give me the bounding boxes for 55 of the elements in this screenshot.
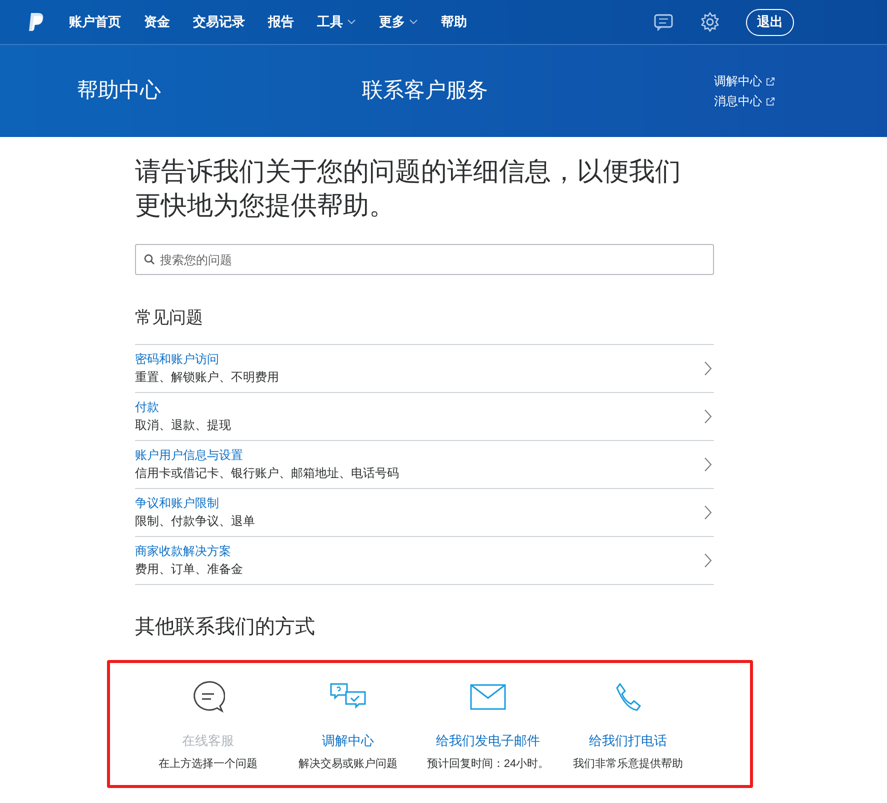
chevron-right-icon	[704, 360, 712, 376]
external-link-icon	[766, 96, 775, 106]
page-heading: 请告诉我们关于您的问题的详细信息，以便我们更快地为您提供帮助。	[135, 155, 682, 222]
chevron-down-icon	[409, 19, 418, 25]
contact-option-link[interactable]: 调解中心	[322, 730, 374, 750]
nav-link[interactable]: 交易记录	[193, 12, 245, 32]
contact-option-note: 在上方选择一个问题	[158, 756, 258, 772]
nav-link[interactable]: 工具	[317, 12, 356, 32]
nav-link[interactable]: 更多	[379, 12, 418, 32]
faq-subtitle: 取消、退款、提现	[135, 417, 232, 434]
faq-title: 付款	[135, 399, 160, 416]
faq-item[interactable]: 账户用户信息与设置 信用卡或借记卡、银行账户、邮箱地址、电话号码	[135, 440, 714, 488]
faq-item[interactable]: 密码和账户访问 重置、解锁账户、不明费用	[135, 344, 714, 392]
speech-bubble-icon	[191, 680, 225, 714]
contact-option-link[interactable]: 给我们打电话	[589, 730, 667, 750]
contact-option-note: 预计回复时间：24小时。	[426, 757, 550, 772]
envelope-icon	[470, 684, 506, 710]
banner-link[interactable]: 调解中心	[714, 72, 775, 90]
message-icon[interactable]	[654, 14, 674, 30]
chevron-down-icon	[347, 19, 356, 25]
nav-link[interactable]: 资金	[144, 12, 170, 32]
logo-icon[interactable]	[28, 12, 46, 32]
faq-title: 密码和账户访问	[135, 351, 220, 368]
external-link-icon	[766, 76, 775, 86]
search-field[interactable]: 搜索您的问题	[135, 244, 714, 275]
search-icon	[144, 254, 155, 265]
settings-icon[interactable]	[700, 12, 720, 32]
faq-subtitle: 信用卡或借记卡、银行账户、邮箱地址、电话号码	[135, 465, 400, 482]
contact-heading: 其他联系我们的方式	[135, 614, 316, 640]
faq-subtitle: 限制、付款争议、退单	[135, 513, 256, 530]
nav-link[interactable]: 帮助	[441, 12, 467, 32]
page-title: 联系客户服务	[362, 78, 488, 104]
contact-option-note: 我们非常乐意提供帮助	[573, 757, 683, 772]
faq-heading: 常见问题	[135, 307, 204, 329]
contact-option-note: 解决交易或账户问题	[298, 756, 398, 772]
nav-link[interactable]: 报告	[268, 12, 294, 32]
logout-button[interactable]: 退出	[746, 8, 794, 36]
chevron-right-icon	[704, 552, 712, 568]
faq-item[interactable]: 争议和账户限制 限制、付款争议、退单	[135, 488, 714, 536]
faq-subtitle: 重置、解锁账户、不明费用	[135, 369, 280, 386]
faq-title: 争议和账户限制	[135, 495, 220, 512]
chat-bubbles-icon	[330, 682, 366, 710]
faq-subtitle: 费用、订单、准备金	[135, 561, 244, 578]
banner-link[interactable]: 消息中心	[714, 92, 775, 110]
section-title: 帮助中心	[77, 78, 162, 104]
nav-link[interactable]: 账户首页	[69, 12, 121, 32]
faq-title: 商家收款解决方案	[135, 543, 232, 560]
faq-item[interactable]: 付款 取消、退款、提现	[135, 392, 714, 440]
chevron-right-icon	[704, 408, 712, 424]
chevron-right-icon	[704, 504, 712, 520]
faq-item[interactable]: 商家收款解决方案 费用、订单、准备金	[135, 536, 714, 584]
faq-title: 账户用户信息与设置	[135, 447, 244, 464]
phone-icon	[614, 682, 642, 712]
chevron-right-icon	[704, 456, 712, 472]
contact-option-link[interactable]: 给我们发电子邮件	[436, 730, 540, 750]
